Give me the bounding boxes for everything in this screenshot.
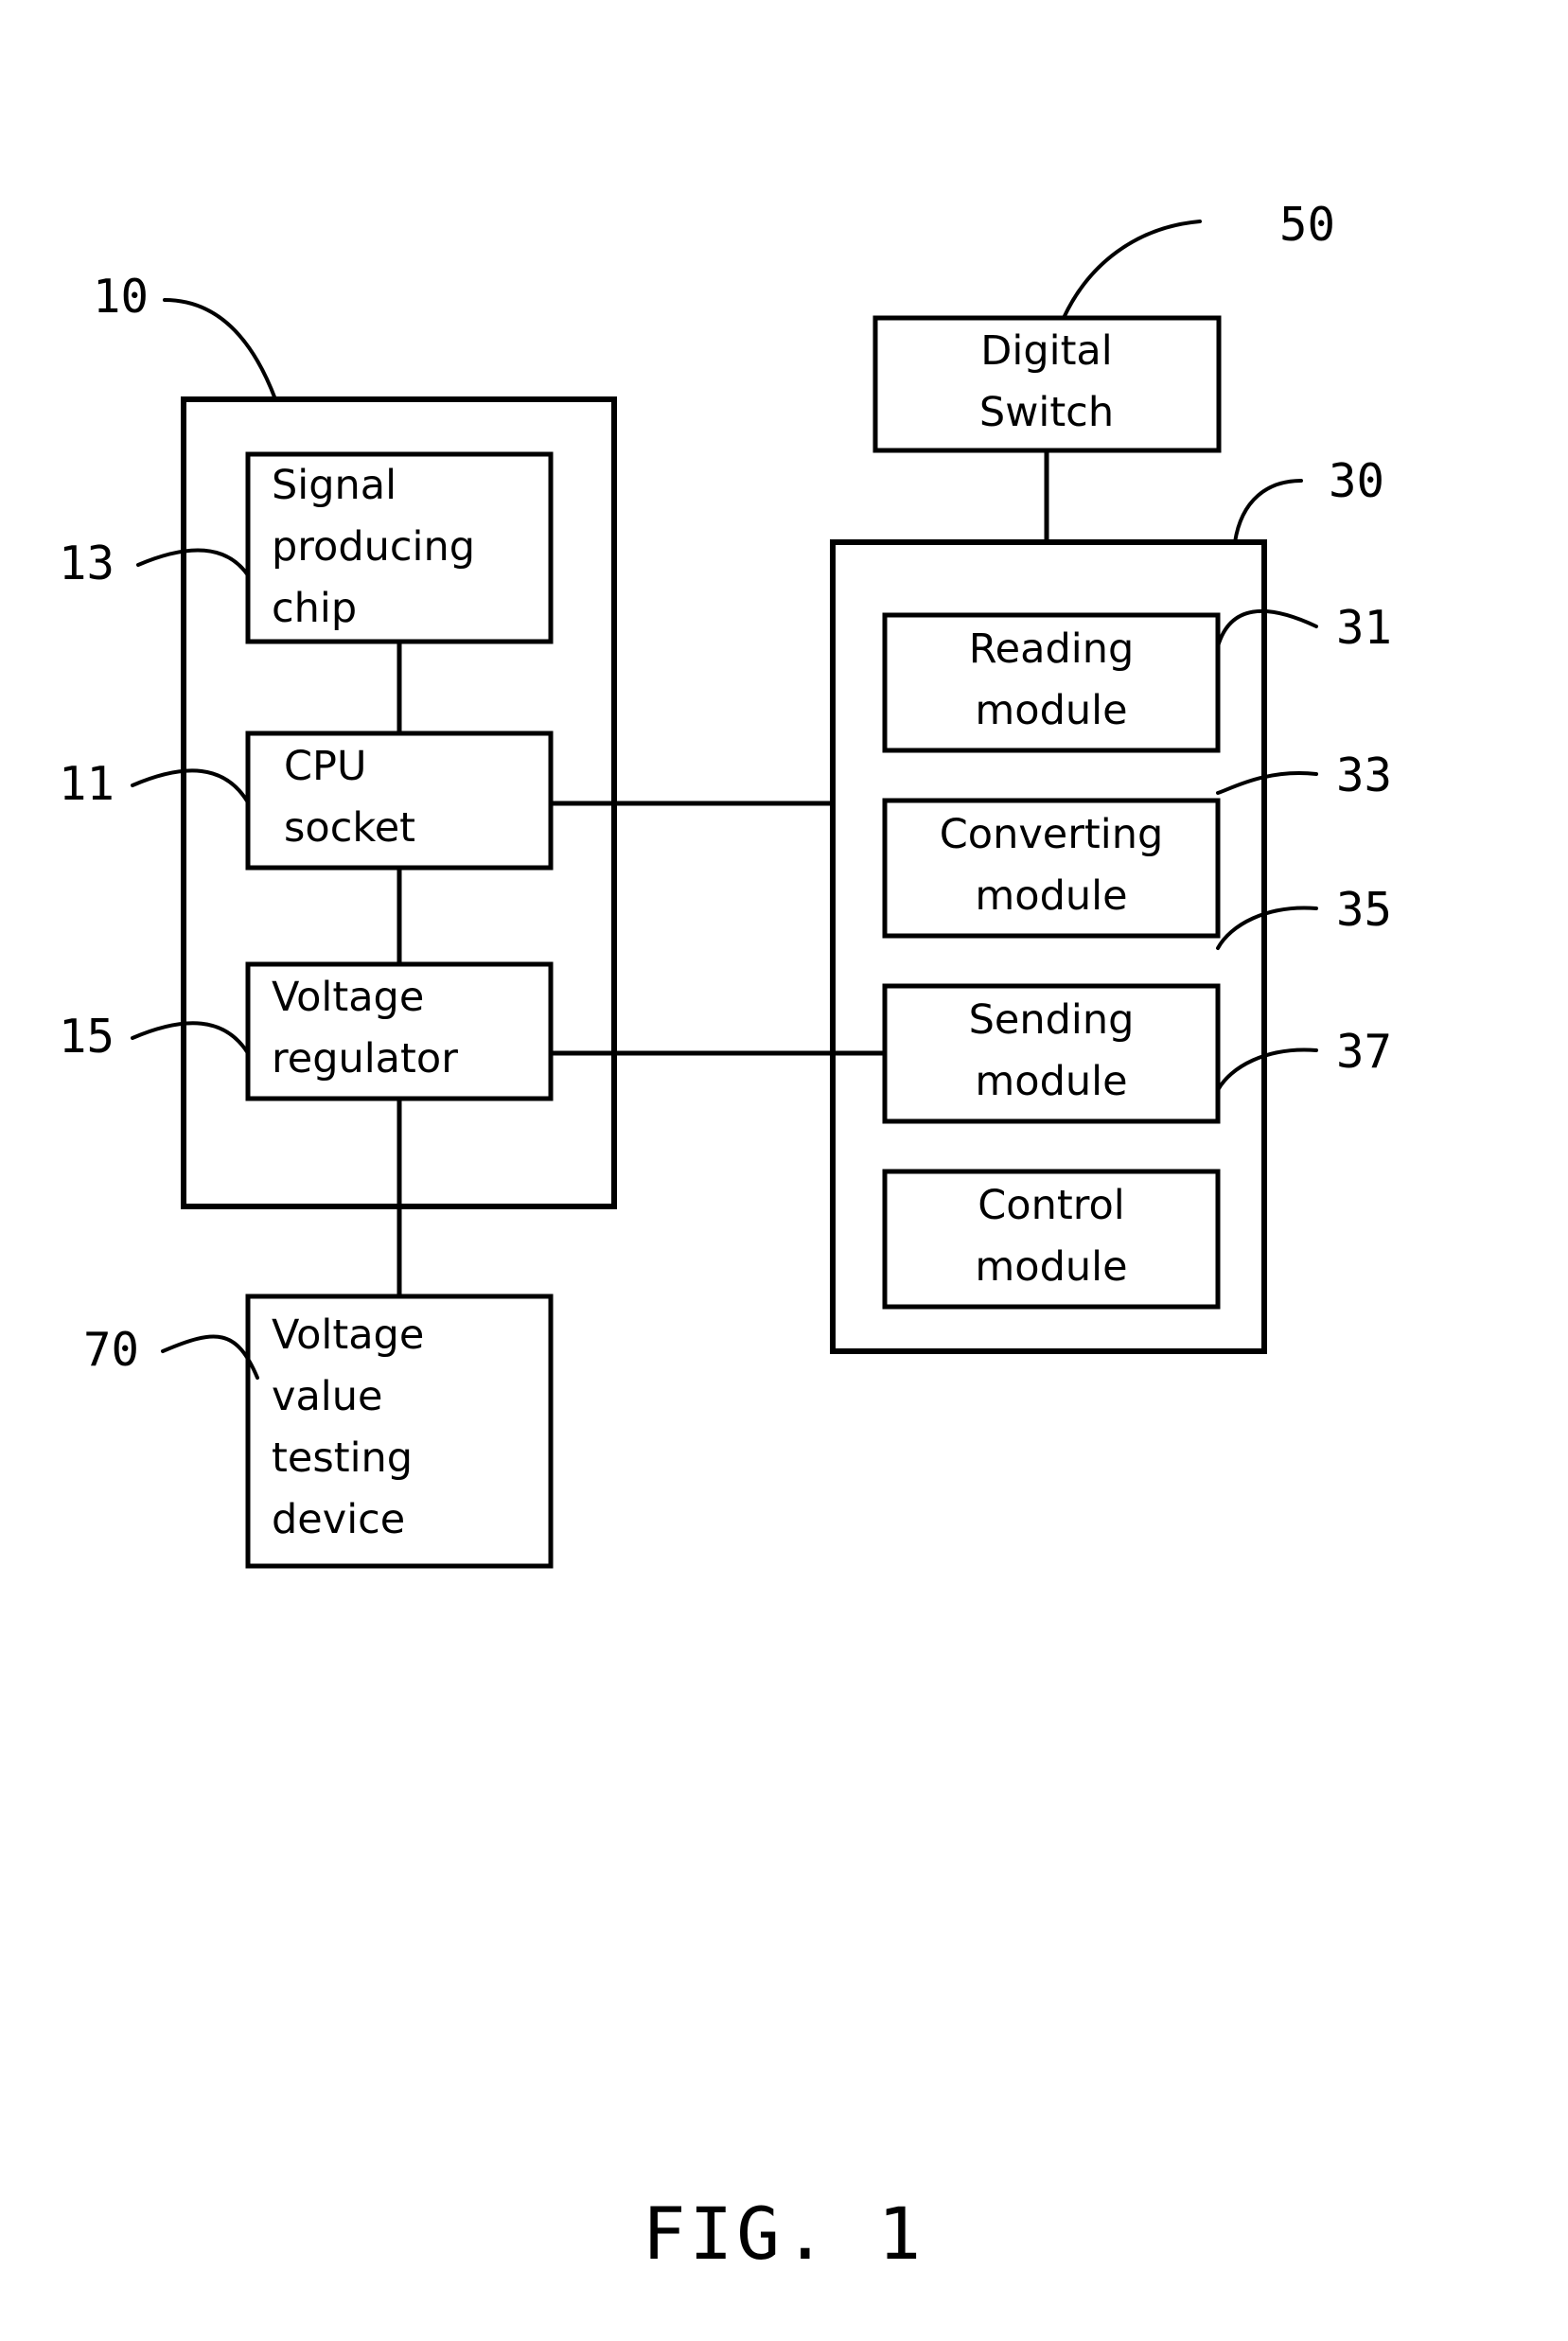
ref-numeral-31: 31: [1336, 601, 1392, 655]
control-module-label-line-1: Control: [978, 1182, 1124, 1229]
leader-13: [136, 548, 250, 577]
leader-11: [131, 768, 250, 804]
figure-caption: FIG. 1: [643, 2191, 925, 2276]
sending-module-label-line-1: Sending: [969, 996, 1135, 1044]
leader-70: [161, 1334, 259, 1380]
converting-module-label-line-1: Converting: [940, 811, 1164, 858]
block-diagram: Signal producing chip CPU socket Voltage…: [59, 198, 1392, 2276]
cpu-socket-label-line-2: socket: [284, 804, 415, 852]
leader-15: [131, 1021, 250, 1055]
digital-switch-label-line-2: Switch: [979, 389, 1114, 436]
ref-numeral-70: 70: [83, 1323, 139, 1377]
control-module-label-line-2: module: [975, 1243, 1127, 1291]
voltage-value-testing-device-label-line-3: testing: [272, 1435, 413, 1482]
reading-module-label-line-1: Reading: [969, 625, 1135, 673]
ref-numeral-11: 11: [59, 757, 115, 811]
ref-numeral-33: 33: [1336, 748, 1392, 802]
leader-50: [1062, 220, 1202, 320]
ref-numeral-50: 50: [1279, 198, 1335, 252]
voltage-regulator-label-line-2: regulator: [272, 1035, 458, 1082]
ref-numeral-30: 30: [1329, 454, 1384, 508]
ref-numeral-37: 37: [1336, 1025, 1392, 1079]
patent-figure-page: Signal producing chip CPU socket Voltage…: [0, 0, 1568, 2341]
ref-numeral-15: 15: [59, 1010, 115, 1064]
leader-10: [163, 298, 277, 401]
digital-switch-label-line-1: Digital: [980, 327, 1112, 375]
signal-producing-chip-label-line-1: Signal: [272, 462, 396, 509]
voltage-value-testing-device-label-line-4: device: [272, 1496, 405, 1543]
reading-module-label-line-2: module: [975, 687, 1127, 734]
voltage-regulator-label-line-1: Voltage: [272, 974, 424, 1021]
signal-producing-chip-label-line-3: chip: [272, 585, 357, 632]
cpu-socket-label-line-1: CPU: [284, 743, 366, 790]
ref-numeral-13: 13: [59, 537, 115, 590]
ref-numeral-10: 10: [93, 270, 149, 324]
converting-module-label-line-2: module: [975, 872, 1127, 920]
sending-module-label-line-2: module: [975, 1058, 1127, 1105]
ref-numeral-35: 35: [1336, 883, 1392, 937]
voltage-value-testing-device-label-line-1: Voltage: [272, 1311, 424, 1359]
voltage-value-testing-device-label-line-2: value: [272, 1373, 382, 1420]
leader-30: [1233, 479, 1303, 544]
signal-producing-chip-label-line-2: producing: [272, 523, 475, 571]
